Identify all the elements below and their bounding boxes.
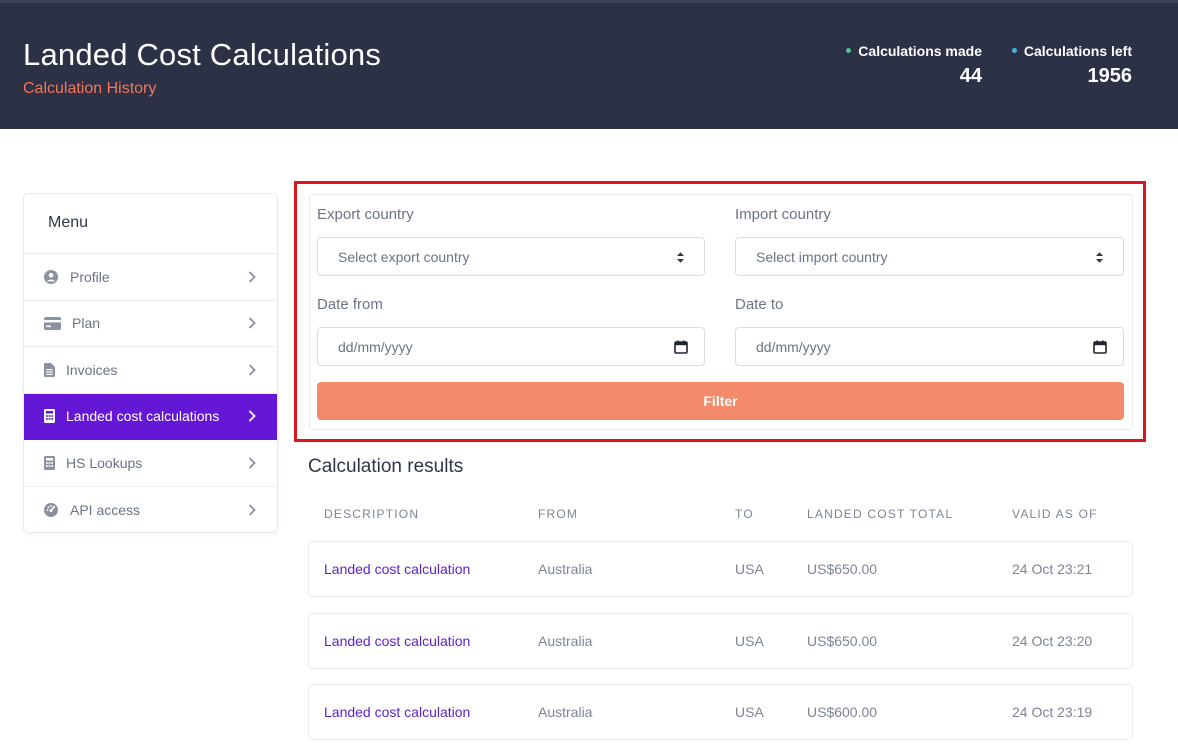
status-dot-icon [1011, 47, 1017, 53]
row-total: US$650.00 [807, 561, 878, 577]
sidebar-item-plan[interactable]: Plan [24, 301, 277, 347]
table-row: Landed cost calculation Australia USA US… [308, 684, 1133, 740]
row-from: Australia [538, 633, 593, 649]
stat-value: 1956 [1087, 65, 1133, 87]
import-country-select[interactable]: Select import country [735, 237, 1124, 276]
table-row: Landed cost calculation Australia USA US… [308, 541, 1133, 597]
credit-card-icon [43, 315, 61, 331]
import-country-label: Import country [735, 206, 831, 223]
column-header-from: FROM [538, 507, 579, 521]
column-header-valid-as-of: VALID AS OF [1012, 507, 1098, 521]
page-title: Landed Cost Calculations [23, 37, 382, 72]
document-icon [43, 362, 55, 378]
date-from-placeholder: dd/mm/yyyy [338, 338, 413, 355]
sidebar-item-invoices[interactable]: Invoices [24, 347, 277, 394]
sidebar-item-label: HS Lookups [66, 454, 143, 471]
calendar-icon[interactable] [1093, 340, 1107, 354]
row-to: USA [735, 561, 764, 577]
column-header-description: DESCRIPTION [324, 507, 420, 521]
column-header-landed-cost-total: LANDED COST TOTAL [807, 507, 954, 521]
row-from: Australia [538, 561, 593, 577]
row-valid-as-of: 24 Oct 23:21 [1012, 561, 1093, 577]
sidebar-item-label: Profile [70, 268, 110, 285]
table-row: Landed cost calculation Australia USA US… [308, 613, 1133, 669]
row-description-link[interactable]: Landed cost calculation [324, 704, 470, 720]
sidebar-item-label: Plan [72, 315, 101, 332]
row-from: Australia [538, 704, 593, 720]
sidebar-item-landed-cost-calculations[interactable]: Landed cost calculations [24, 393, 277, 440]
calendar-icon[interactable] [674, 340, 688, 354]
chevron-right-icon [249, 504, 256, 516]
export-country-label: Export country [317, 206, 414, 223]
menu-title: Menu [24, 194, 277, 254]
sidebar-item-label: API access [70, 501, 141, 518]
user-circle-icon [43, 269, 59, 285]
row-to: USA [735, 633, 764, 649]
export-country-placeholder: Select export country [338, 248, 470, 265]
row-total: US$600.00 [807, 704, 878, 720]
date-to-placeholder: dd/mm/yyyy [756, 338, 831, 355]
sidebar-item-label: Invoices [66, 361, 118, 378]
stat-calculations-made: Calculations made 44 [846, 43, 982, 88]
sidebar-item-api-access[interactable]: API access [24, 487, 277, 533]
stat-value: 44 [959, 65, 982, 87]
column-header-to: TO [735, 507, 754, 521]
chevron-right-icon [249, 410, 256, 422]
status-dot-icon [846, 47, 852, 53]
row-valid-as-of: 24 Oct 23:20 [1012, 633, 1093, 649]
row-description-link[interactable]: Landed cost calculation [324, 633, 470, 649]
sort-caret-icon [1096, 252, 1103, 263]
chevron-right-icon [249, 457, 256, 469]
calculator-icon [43, 455, 55, 471]
row-total: US$650.00 [807, 633, 878, 649]
chevron-right-icon [249, 317, 256, 329]
stat-calculations-left: Calculations left 1956 [1011, 43, 1133, 88]
sort-caret-icon [677, 252, 684, 263]
sidebar-menu: Menu Profile Plan Invoices Landed cost c… [23, 193, 278, 533]
page-subtitle: Calculation History [23, 80, 157, 97]
filter-button[interactable]: Filter [317, 382, 1124, 420]
chevron-right-icon [249, 364, 256, 376]
stat-label: Calculations made [858, 43, 982, 59]
export-country-select[interactable]: Select export country [317, 237, 705, 276]
date-to-label: Date to [735, 296, 784, 313]
results-title: Calculation results [308, 456, 464, 477]
row-valid-as-of: 24 Oct 23:19 [1012, 704, 1093, 720]
date-from-label: Date from [317, 296, 383, 313]
date-from-input[interactable]: dd/mm/yyyy [317, 327, 705, 366]
row-to: USA [735, 704, 764, 720]
stat-label: Calculations left [1023, 43, 1132, 59]
date-to-input[interactable]: dd/mm/yyyy [735, 327, 1124, 366]
sidebar-item-label: Landed cost calculations [66, 408, 220, 425]
chevron-right-icon [249, 271, 256, 283]
row-description-link[interactable]: Landed cost calculation [324, 561, 470, 577]
page-header: Landed Cost Calculations Calculation His… [0, 0, 1178, 129]
sidebar-item-profile[interactable]: Profile [24, 254, 277, 301]
calculator-icon [43, 408, 55, 424]
gauge-icon [43, 502, 59, 518]
import-country-placeholder: Select import country [756, 248, 888, 265]
sidebar-item-hs-lookups[interactable]: HS Lookups [24, 440, 277, 487]
